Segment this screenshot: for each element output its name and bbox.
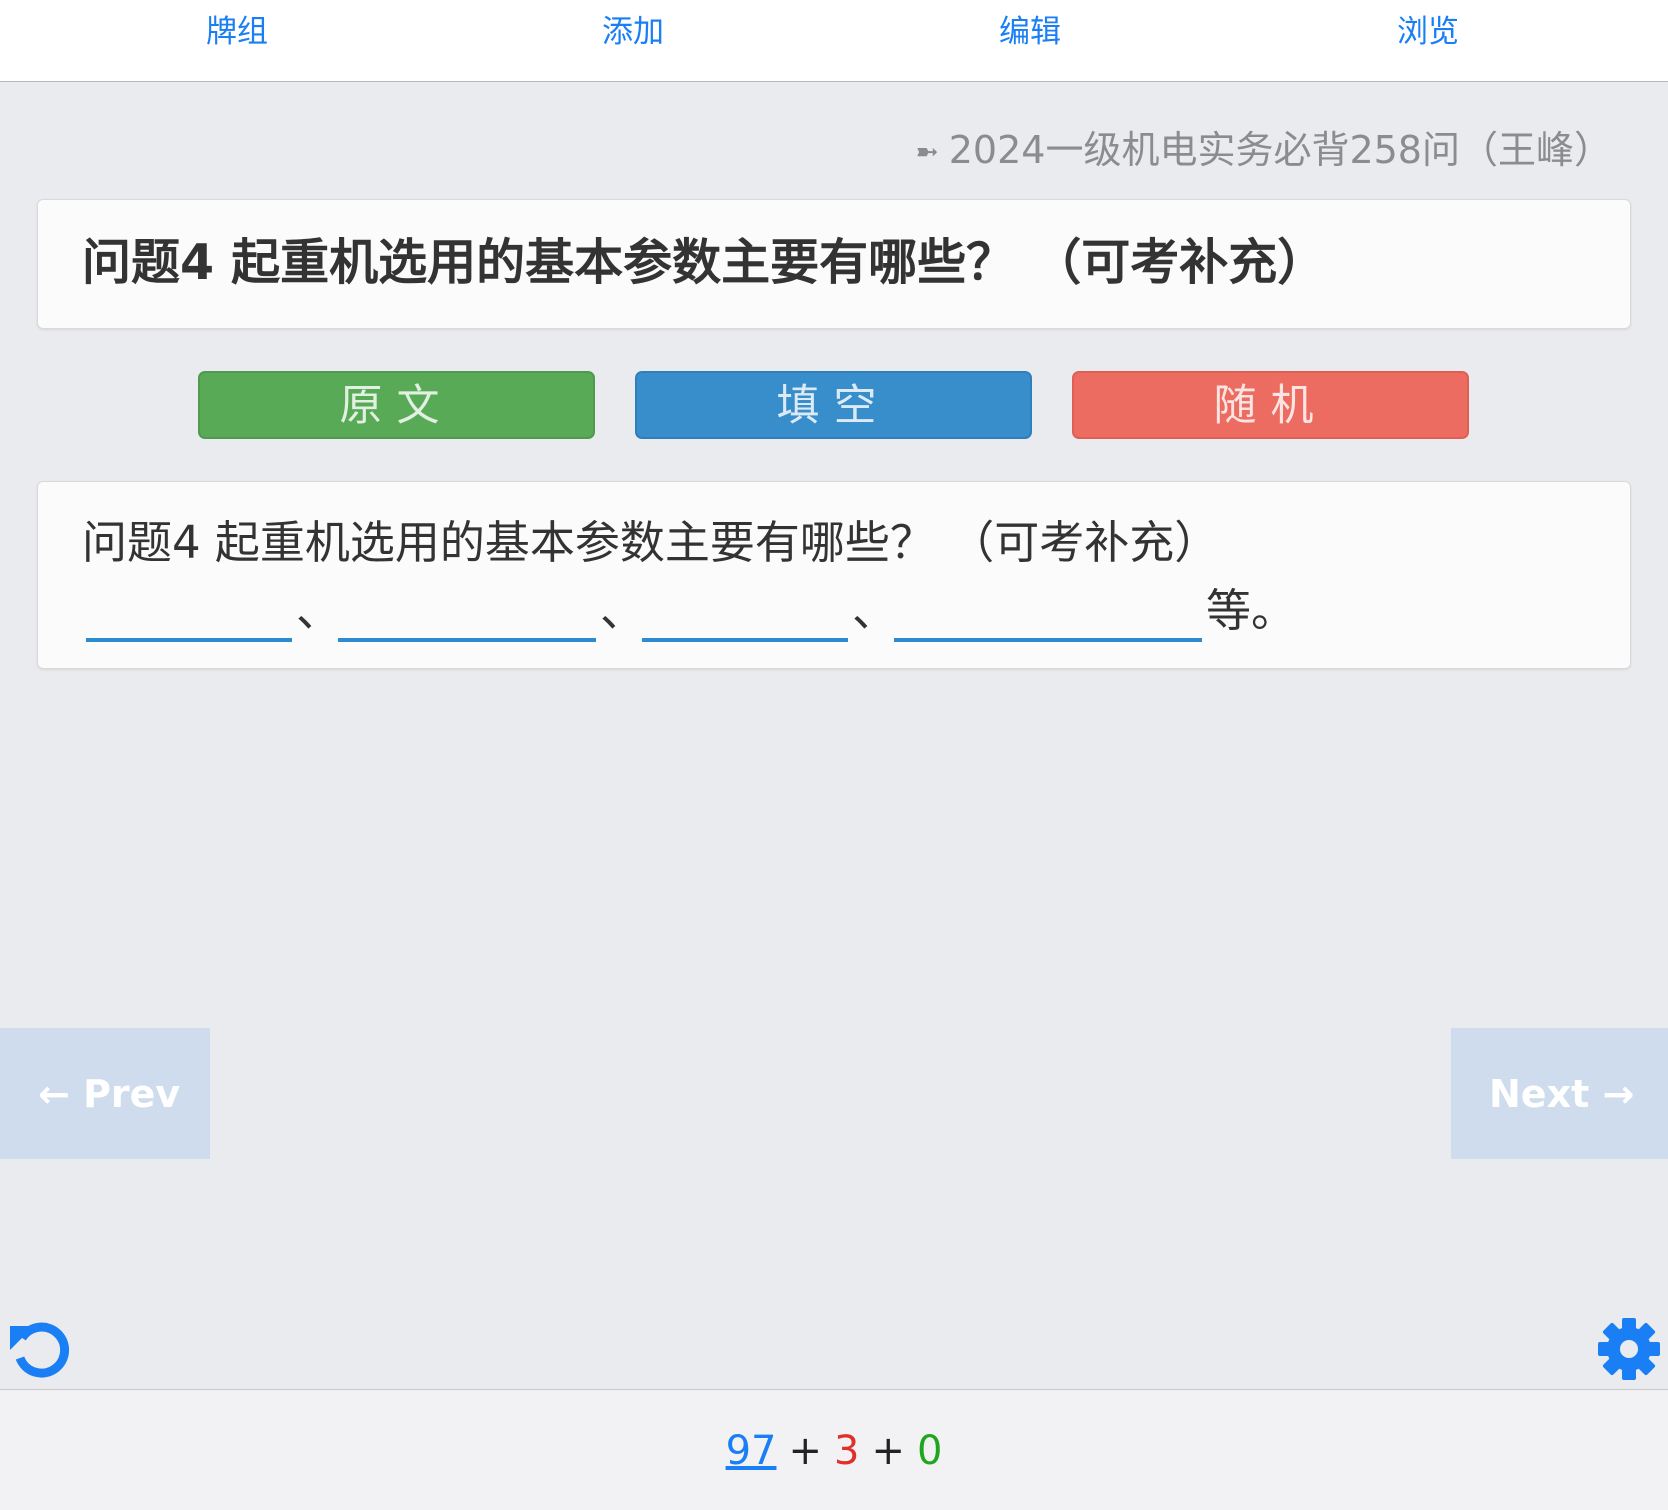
deck-title-text: 2024一级机电实务必背258问（王峰） [948,128,1612,172]
separator: 、 [852,584,898,637]
random-button[interactable]: 随机 [1072,371,1469,439]
nav-add[interactable]: 添加 [563,12,703,52]
next-label: Next → [1489,1072,1635,1116]
footer-bar: 97 +3 +0 [0,1389,1668,1510]
cloze-button[interactable]: 填空 [635,371,1032,439]
cloze-blank[interactable] [642,592,848,642]
nav-decks[interactable]: 牌组 [167,12,307,52]
answer-card: 问题4 起重机选用的基本参数主要有哪些？ （可考补充） 、 、 、 等。 [37,481,1631,669]
nav-browse[interactable]: 浏览 [1358,12,1498,52]
cloze-blank[interactable] [86,592,292,642]
original-button[interactable]: 原文 [198,371,595,439]
plus-sign: + [788,1428,822,1474]
separator: 、 [600,584,646,637]
cloze-blank[interactable] [338,592,596,642]
answer-ending: 等。 [1206,584,1297,637]
arrow-icon: ➼ [915,135,939,168]
question-card: 问题4 起重机选用的基本参数主要有哪些？ （可考补充） [37,199,1631,329]
new-count[interactable]: 97 [726,1428,777,1474]
prev-label: ← Prev [38,1072,181,1116]
answer-question-text: 问题4 起重机选用的基本参数主要有哪些？ （可考补充） [82,516,1220,569]
cloze-line: 、 、 、 等。 [82,580,1296,646]
prev-button[interactable]: ← Prev [0,1028,210,1159]
undo-icon[interactable] [8,1316,74,1382]
separator: 、 [296,584,342,637]
deck-title: ➼ 2024一级机电实务必背258问（王峰） [915,120,1612,180]
card-counts: 97 +3 +0 [0,1426,1668,1476]
nav-edit[interactable]: 编辑 [960,12,1100,52]
gear-icon[interactable] [1596,1316,1662,1382]
cloze-blank[interactable] [894,592,1202,642]
top-nav-bar: 牌组 添加 编辑 浏览 [0,0,1668,82]
learn-count: 3 [834,1428,860,1474]
plus-sign: + [871,1428,905,1474]
review-count: 0 [916,1428,943,1474]
next-button[interactable]: Next → [1451,1028,1668,1159]
question-title: 问题4 起重机选用的基本参数主要有哪些？ （可考补充） [82,234,1327,291]
